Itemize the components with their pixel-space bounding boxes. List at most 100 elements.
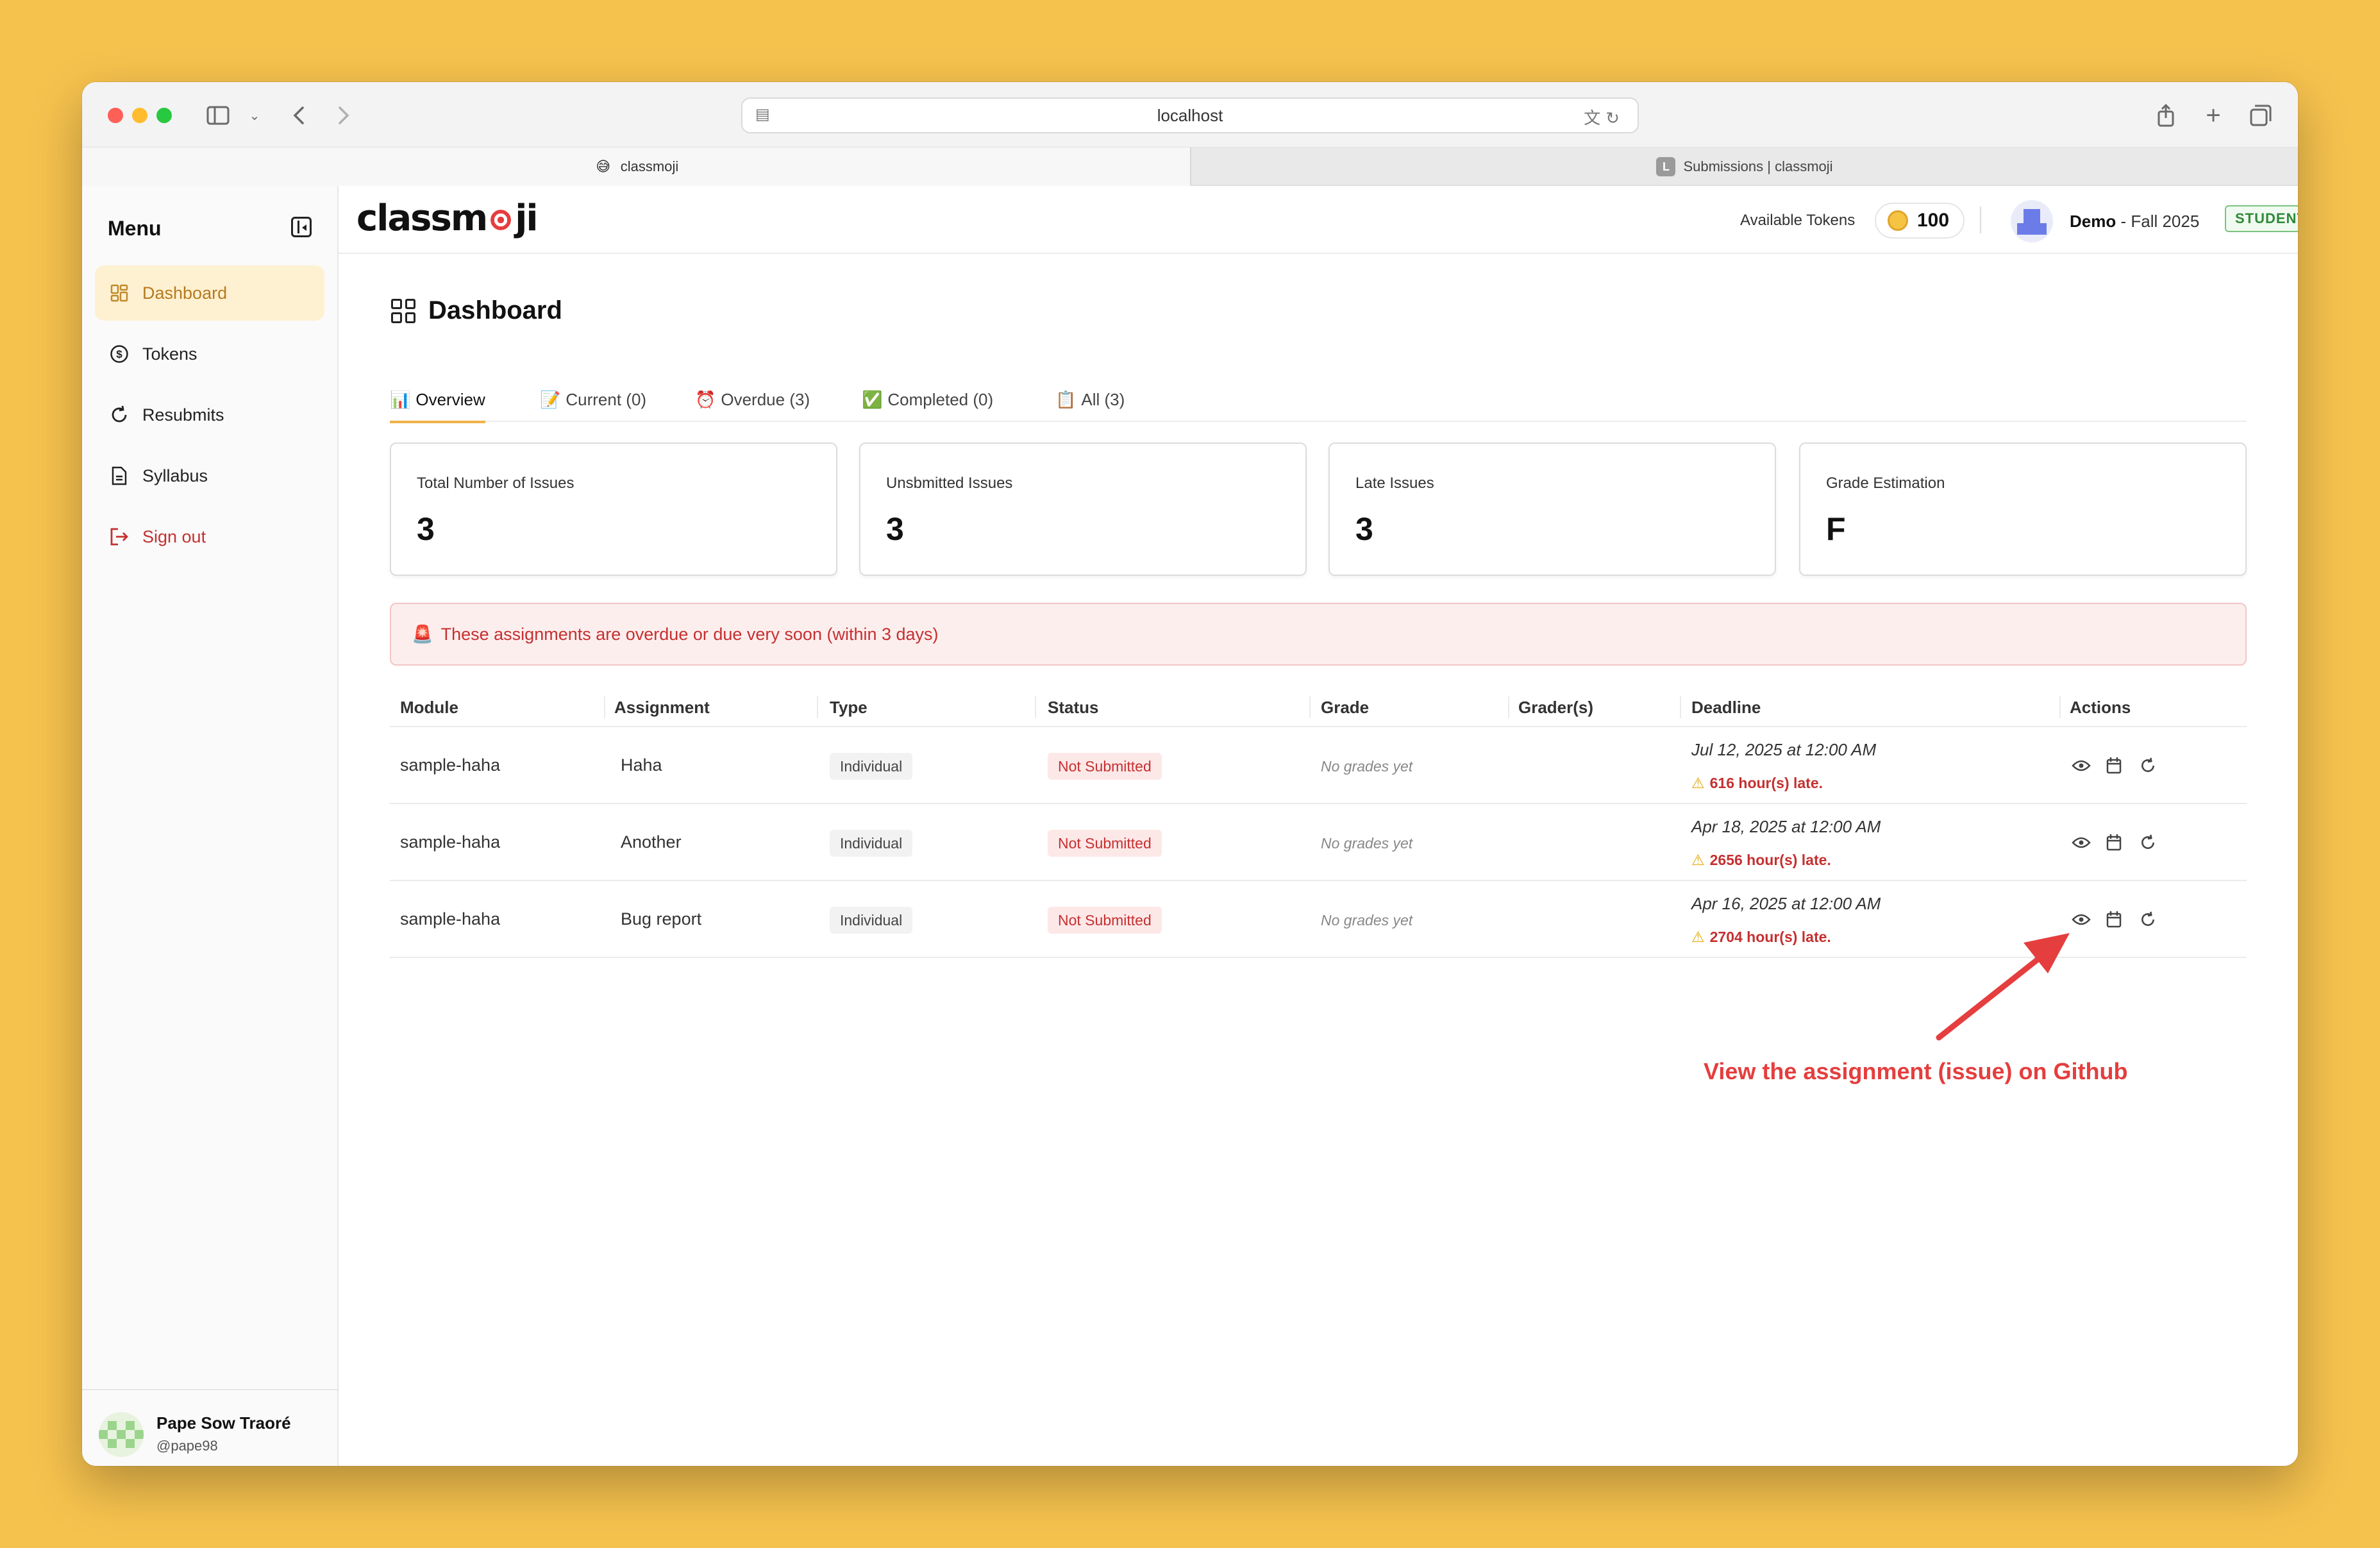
role-badge: STUDENT bbox=[2225, 205, 2298, 232]
status-badge: Not Submitted bbox=[1048, 907, 1162, 934]
column-divider bbox=[817, 696, 818, 718]
class-term: - Fall 2025 bbox=[2116, 212, 2200, 231]
sidebar-item-tokens[interactable]: $ Tokens bbox=[95, 326, 324, 382]
column-header-type[interactable]: Type bbox=[830, 698, 867, 718]
tab-label: All (3) bbox=[1081, 389, 1125, 409]
stat-value: 3 bbox=[1355, 511, 1373, 547]
stat-value: 3 bbox=[886, 511, 904, 547]
tab-label: Current (0) bbox=[566, 389, 647, 409]
tab-classmoji[interactable]: 😅 classmoji bbox=[82, 147, 1190, 186]
maximize-window-button[interactable] bbox=[156, 108, 172, 123]
classmoji-logo[interactable]: classm ji bbox=[356, 198, 539, 239]
extend-deadline-calendar-icon[interactable] bbox=[2103, 908, 2126, 931]
view-issue-eye-icon[interactable] bbox=[2070, 831, 2093, 854]
coin-icon bbox=[1888, 210, 1908, 231]
tab-all[interactable]: 📋 All (3) bbox=[1055, 378, 1125, 421]
sidebar-item-label: Syllabus bbox=[142, 466, 208, 485]
stat-label: Late Issues bbox=[1355, 475, 1434, 492]
class-avatar[interactable] bbox=[2011, 200, 2053, 242]
new-tab-icon[interactable]: + bbox=[2200, 101, 2226, 130]
deadline-date: Jul 12, 2025 at 12:00 AM bbox=[1691, 740, 1877, 759]
forward-icon[interactable] bbox=[331, 101, 356, 130]
share-icon[interactable] bbox=[2153, 101, 2179, 130]
tab-label: classmoji bbox=[620, 158, 679, 174]
sidebar-item-label: Dashboard bbox=[142, 283, 228, 303]
alert-text: These assignments are overdue or due ver… bbox=[440, 624, 939, 644]
resubmit-icon[interactable] bbox=[2136, 908, 2159, 931]
sidebar-item-syllabus[interactable]: Syllabus bbox=[95, 448, 324, 503]
column-header-deadline[interactable]: Deadline bbox=[1691, 698, 1761, 718]
extend-deadline-calendar-icon[interactable] bbox=[2103, 831, 2126, 854]
tab-overview[interactable]: 📊 Overview bbox=[390, 378, 485, 423]
module-cell: sample-haha bbox=[400, 909, 501, 929]
tokens-balance: 100 bbox=[1875, 203, 1965, 239]
sign-out-icon bbox=[108, 527, 131, 546]
tab-overview-icon[interactable] bbox=[2248, 101, 2274, 130]
sidebar-toggle-icon[interactable] bbox=[204, 101, 232, 130]
dashboard-icon bbox=[391, 298, 415, 323]
translate-reload-icons[interactable]: 文↻ bbox=[1584, 105, 1625, 129]
extend-deadline-calendar-icon[interactable] bbox=[2103, 754, 2126, 777]
tab-label: Overview bbox=[415, 389, 485, 409]
stat-label: Total Number of Issues bbox=[417, 475, 574, 492]
view-issue-eye-icon[interactable] bbox=[2070, 908, 2093, 931]
module-cell: sample-haha bbox=[400, 755, 501, 775]
minimize-window-button[interactable] bbox=[132, 108, 147, 123]
resubmit-icon[interactable] bbox=[2136, 754, 2159, 777]
module-cell: sample-haha bbox=[400, 832, 501, 852]
tab-submissions[interactable]: L Submissions | classmoji bbox=[1190, 147, 2298, 186]
column-header-actions: Actions bbox=[2070, 698, 2131, 717]
column-divider bbox=[1035, 696, 1036, 718]
late-text: 2656 hour(s) late. bbox=[1709, 852, 1831, 868]
table-row: sample-haha Another Individual Not Submi… bbox=[390, 804, 2247, 881]
clipboard-icon: 📋 bbox=[1055, 389, 1077, 409]
stat-card-grade-estimation: Grade Estimation F bbox=[1799, 442, 2247, 576]
sidebar-item-sign-out[interactable]: Sign out bbox=[95, 509, 324, 564]
check-mark-icon: ✅ bbox=[862, 389, 883, 409]
memo-icon: 📝 bbox=[540, 389, 561, 409]
column-header-assignment[interactable]: Assignment bbox=[614, 698, 710, 718]
column-header-grade[interactable]: Grade bbox=[1321, 698, 1369, 718]
late-notice: ⚠ 2656 hour(s) late. bbox=[1691, 852, 1831, 869]
sidebar-item-resubmits[interactable]: Resubmits bbox=[95, 387, 324, 442]
column-header-module[interactable]: Module bbox=[400, 698, 458, 718]
type-badge: Individual bbox=[830, 753, 913, 780]
dollar-icon: $ bbox=[108, 344, 131, 364]
tab-completed[interactable]: ✅ Completed (0) bbox=[862, 378, 993, 421]
column-divider bbox=[1309, 696, 1311, 718]
document-icon bbox=[108, 466, 131, 485]
chevron-down-icon[interactable]: ⌄ bbox=[245, 101, 264, 130]
resubmit-icon[interactable] bbox=[2136, 831, 2159, 854]
stat-card-total-issues: Total Number of Issues 3 bbox=[390, 442, 837, 576]
annotation-label: View the assignment (issue) on Github bbox=[1704, 1058, 2128, 1084]
view-issue-eye-icon[interactable] bbox=[2070, 754, 2093, 777]
type-badge: Individual bbox=[830, 907, 913, 934]
page-settings-icon[interactable]: ▤ bbox=[755, 105, 775, 124]
back-icon[interactable] bbox=[286, 101, 312, 130]
table-row: sample-haha Bug report Individual Not Su… bbox=[390, 881, 2247, 958]
user-name: Pape Sow Traoré bbox=[156, 1413, 291, 1433]
class-name: Demo bbox=[2070, 212, 2116, 231]
column-header-status[interactable]: Status bbox=[1048, 698, 1098, 718]
bar-chart-icon: 📊 bbox=[390, 389, 411, 409]
deadline-date: Apr 16, 2025 at 12:00 AM bbox=[1691, 894, 1881, 913]
status-badge: Not Submitted bbox=[1048, 753, 1162, 780]
deadline-date: Apr 18, 2025 at 12:00 AM bbox=[1691, 817, 1881, 836]
address-bar[interactable]: ▤ localhost 文↻ bbox=[741, 97, 1639, 133]
tokens-value: 100 bbox=[1917, 210, 1950, 231]
tab-current[interactable]: 📝 Current (0) bbox=[540, 378, 646, 421]
user-profile[interactable]: Pape Sow Traoré @pape98 bbox=[82, 1389, 337, 1466]
close-window-button[interactable] bbox=[108, 108, 123, 123]
collapse-sidebar-icon[interactable] bbox=[291, 217, 312, 237]
class-selector-label[interactable]: Demo - Fall 2025 bbox=[2070, 212, 2199, 231]
classmoji-favicon-icon: 😅 bbox=[596, 158, 611, 174]
column-header-graders[interactable]: Grader(s) bbox=[1518, 698, 1593, 718]
sidebar-item-dashboard[interactable]: Dashboard bbox=[95, 265, 324, 321]
late-notice: ⚠ 2704 hour(s) late. bbox=[1691, 929, 1831, 946]
menu-title: Menu bbox=[108, 217, 162, 240]
dashboard-icon bbox=[108, 284, 131, 302]
stat-label: Grade Estimation bbox=[1826, 475, 1945, 492]
status-badge: Not Submitted bbox=[1048, 830, 1162, 857]
tab-overdue[interactable]: ⏰ Overdue (3) bbox=[695, 378, 810, 421]
sidebar-item-label: Sign out bbox=[142, 526, 206, 546]
